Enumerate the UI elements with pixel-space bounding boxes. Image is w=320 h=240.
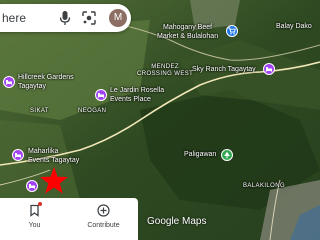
sky-ranch-pin[interactable] — [263, 63, 275, 75]
place-label-maharlika[interactable]: Maharlika Events Tagaytay — [28, 148, 79, 165]
nav-contribute[interactable]: Contribute — [69, 198, 138, 240]
place-label-le-jardin[interactable]: Le Jardin Rosella Events Place — [110, 87, 164, 104]
nav-contribute-label: Contribute — [87, 222, 120, 229]
mic-icon[interactable] — [59, 10, 71, 26]
hotel-icon — [265, 67, 273, 73]
place-label-balay-dako[interactable]: Balay Dako — [276, 23, 312, 32]
paligawan-pin[interactable] — [221, 149, 233, 161]
satellite-map[interactable]: here M Balay Dako Mahogany Beef Market &… — [0, 0, 320, 240]
nav-you-label: You — [28, 222, 41, 229]
account-avatar[interactable]: M — [109, 9, 127, 27]
hotel-icon — [5, 80, 13, 86]
area-label-balakilong: BALAKILONG — [243, 183, 286, 189]
star-marker-icon[interactable] — [39, 166, 69, 196]
place-label-sky-ranch[interactable]: Sky Ranch Tagaytay — [192, 66, 256, 75]
hotel-icon — [14, 153, 22, 159]
google-maps-logo: Google Maps — [147, 216, 207, 227]
google-lens-icon[interactable] — [82, 11, 96, 25]
lodging-pin[interactable] — [26, 180, 38, 192]
hotel-icon — [97, 93, 105, 99]
notification-dot — [38, 202, 42, 206]
shopping-pin[interactable] — [226, 25, 238, 37]
search-input[interactable]: here — [2, 11, 26, 25]
area-label-mendez: MENDEZ CROSSING WEST — [137, 64, 194, 77]
nav-you[interactable]: You — [0, 198, 69, 240]
le-jardin-pin[interactable] — [95, 89, 107, 101]
hotel-icon — [28, 184, 36, 190]
area-label-sikat: SIKAT — [30, 108, 49, 114]
shopping-cart-icon — [228, 27, 236, 35]
place-label-hillcreek[interactable]: Hillcreek Gardens Tagaytay — [18, 74, 74, 91]
place-label-paligawan[interactable]: Paligawan — [184, 151, 216, 160]
hillcreek-pin[interactable] — [3, 76, 15, 88]
area-label-neogan: NEOGAN — [78, 108, 107, 114]
place-label-mahogany-beef[interactable]: Mahogany Beef Market & Bulalohan — [157, 24, 218, 41]
bottom-navigation: You Contribute — [0, 198, 138, 240]
add-circle-icon — [97, 204, 110, 217]
search-bar[interactable]: here M — [0, 4, 131, 32]
maharlika-pin[interactable] — [12, 149, 24, 161]
park-icon — [224, 151, 230, 159]
